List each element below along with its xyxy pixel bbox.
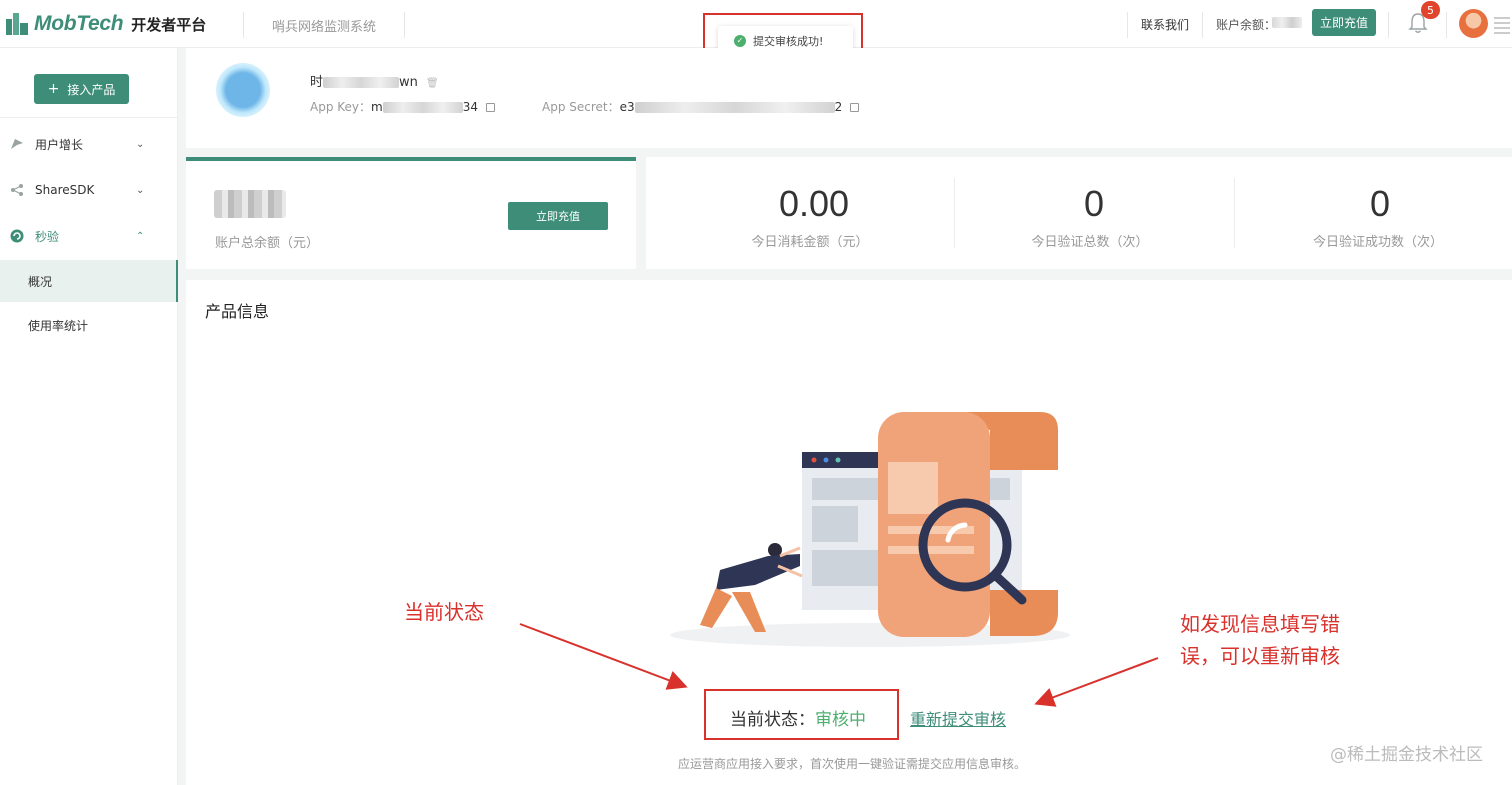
app-name-prefix: 时 <box>310 75 324 90</box>
annotation-resubmit-hint-1: 如发现信息填写错 <box>1180 612 1340 636</box>
annotation-resubmit-hint-2: 误，可以重新审核 <box>1180 644 1340 668</box>
avatar[interactable] <box>1459 9 1488 38</box>
app-secret-label: App Secret： <box>542 100 620 114</box>
stat-value-total: 0 <box>1083 183 1105 224</box>
sidebar-item-quick-verify[interactable]: 秒验 ⌃ <box>0 216 178 256</box>
sidebar: + 接入产品 用户增长 ⌄ ShareSDK ⌄ 秒验 ⌃ 概况 使用率统计 <box>0 48 178 785</box>
system-link[interactable]: 哨兵网络监测系统 <box>272 16 376 35</box>
review-footnote: 应运营商应用接入要求，首次使用一键验证需提交应用信息审核。 <box>678 757 1027 771</box>
balance-amount-blurred <box>214 190 286 218</box>
sidebar-item-label: 用户增长 <box>35 137 84 152</box>
app-key-row: App Key：m 34 <box>310 98 495 115</box>
copy-icon[interactable] <box>486 103 495 112</box>
balance-label: 账户总余额（元） <box>215 236 320 251</box>
sidebar-subitem-overview[interactable]: 概况 <box>0 260 178 302</box>
app-name-suffix: wn <box>399 75 418 90</box>
verify-icon <box>10 229 24 243</box>
copy-icon[interactable] <box>850 103 860 112</box>
divider <box>1127 12 1128 38</box>
divider <box>1446 12 1447 38</box>
sidebar-item-label: ShareSDK <box>35 183 95 197</box>
watermark: @稀土掘金技术社区 <box>1330 745 1483 765</box>
sidebar-item-user-growth[interactable]: 用户增长 ⌄ <box>0 124 178 164</box>
app-key-blurred <box>382 102 463 113</box>
contact-link[interactable]: 联系我们 <box>1141 16 1189 33</box>
share-icon <box>11 184 23 196</box>
stat-label-total: 今日验证总数（次） <box>1031 235 1149 250</box>
stat-value-spent: 0.00 <box>778 183 850 224</box>
recharge-button[interactable]: 立即充值 <box>508 202 608 230</box>
divider <box>243 12 244 38</box>
stat-value-success: 0 <box>1369 183 1391 224</box>
divider <box>954 178 955 248</box>
add-product-button[interactable]: + 接入产品 <box>34 74 129 104</box>
balance-value-blurred <box>1272 17 1302 28</box>
divider <box>0 117 178 118</box>
balance-label: 账户余额： <box>1216 18 1277 32</box>
sidebar-subitem-label: 使用率统计 <box>28 318 89 333</box>
app-secret-suffix: 2 <box>834 100 843 114</box>
app-secret-row: App Secret：e3 2 <box>542 98 860 115</box>
more-menu-icon[interactable] <box>1494 14 1510 34</box>
brand-logo[interactable]: MobTech 开发者平台 <box>6 10 206 38</box>
brand-name: MobTech <box>34 12 124 35</box>
brand-subtitle: 开发者平台 <box>131 15 207 34</box>
chevron-down-icon: ⌄ <box>136 138 145 150</box>
app-name-blurred <box>323 77 400 88</box>
chevron-down-icon: ⌄ <box>136 184 145 196</box>
review-status: 当前状态：审核中 <box>730 705 866 730</box>
sidebar-item-label: 秒验 <box>35 229 60 244</box>
app-logo <box>216 63 270 117</box>
annotation-current-status: 当前状态 <box>404 600 484 624</box>
chevron-up-icon: ⌃ <box>136 230 145 242</box>
divider <box>1388 12 1389 38</box>
app-secret-prefix: e3 <box>619 100 635 114</box>
status-label: 当前状态： <box>730 710 815 730</box>
trash-icon[interactable]: 🗑 <box>426 78 439 89</box>
sidebar-subitem-usage-stats[interactable]: 使用率统计 <box>0 304 178 346</box>
app-secret-blurred <box>634 102 835 113</box>
sidebar-item-sharesdk[interactable]: ShareSDK ⌄ <box>0 170 178 210</box>
sidebar-subitem-label: 概况 <box>28 274 53 289</box>
section-title: 产品信息 <box>205 302 270 321</box>
growth-icon <box>11 139 23 149</box>
app-name: 时 wn 🗑 <box>310 71 439 90</box>
add-product-label: 接入产品 <box>67 82 116 97</box>
recharge-button[interactable]: 立即充值 <box>1312 9 1376 36</box>
resubmit-review-link[interactable]: 重新提交审核 <box>910 706 1006 730</box>
stat-label-success: 今日验证成功数（次） <box>1312 235 1443 250</box>
review-illustration <box>670 412 1070 647</box>
mobtech-logo-icon <box>6 13 30 35</box>
app-key-suffix: 34 <box>462 100 478 114</box>
stat-label-spent: 今日消耗金额（元） <box>751 235 869 250</box>
divider <box>404 12 405 38</box>
plus-icon: + <box>47 81 60 97</box>
notification-badge: 5 <box>1421 1 1440 19</box>
status-value: 审核中 <box>815 710 866 730</box>
app-key-prefix: m <box>371 100 383 114</box>
divider <box>1234 178 1235 248</box>
app-key-label: App Key： <box>310 100 372 114</box>
divider <box>1202 12 1203 38</box>
